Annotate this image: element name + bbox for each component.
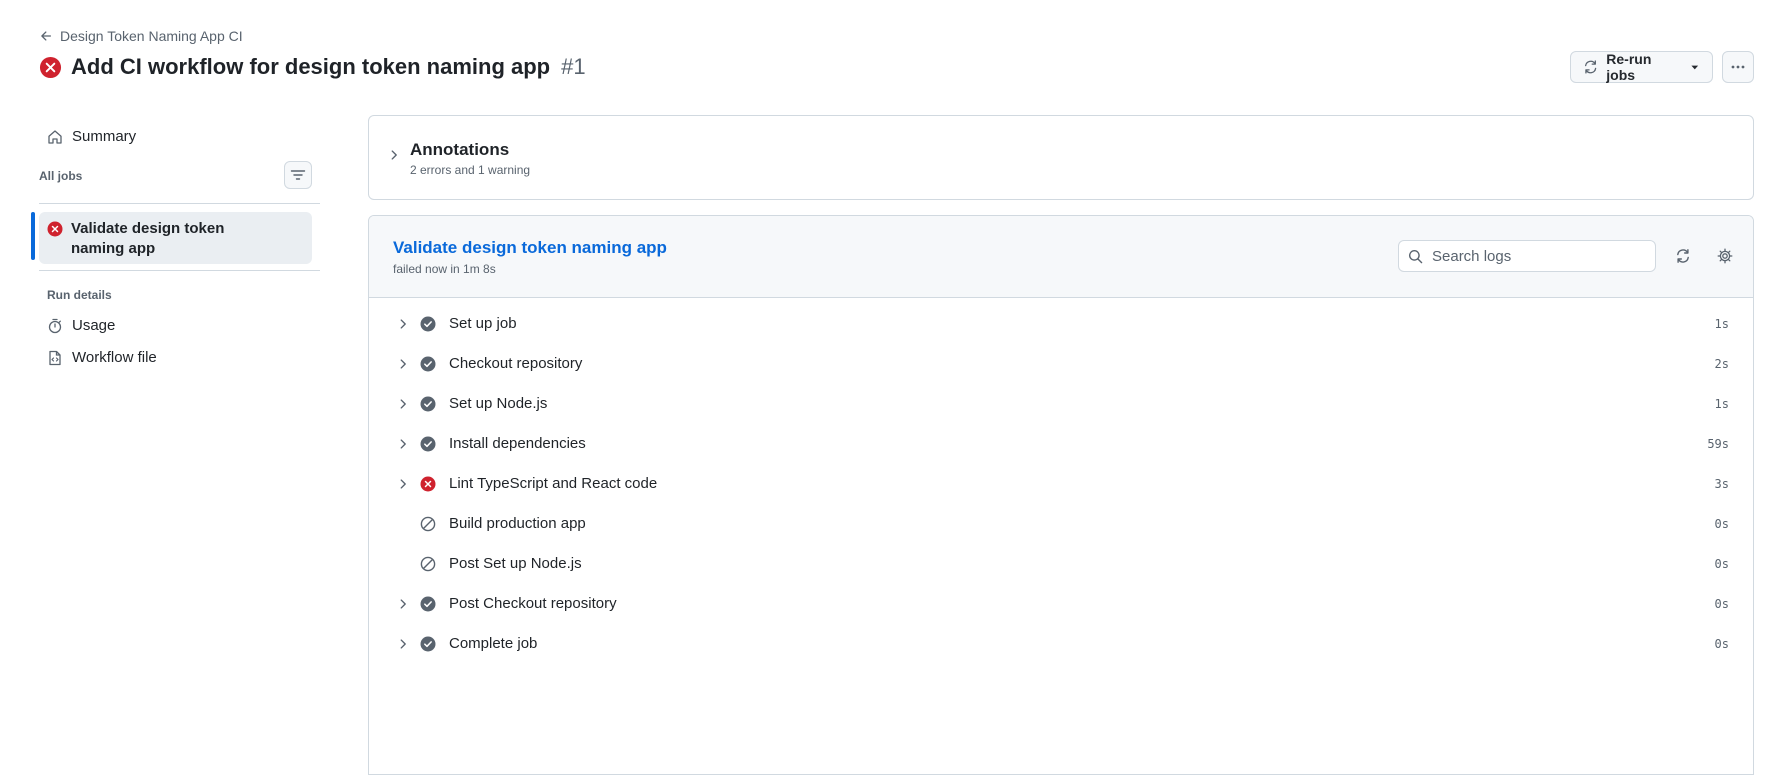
step-row[interactable]: Post Set up Node.js 0s: [369, 544, 1753, 584]
chevron-right-icon: [400, 639, 406, 649]
sidebar-job-item[interactable]: Validate design token naming app: [39, 212, 312, 264]
all-jobs-heading: All jobs: [39, 169, 83, 183]
page-title: Add CI workflow for design token naming …: [71, 54, 551, 79]
page-title-row: Add CI workflow for design token naming …: [39, 54, 586, 80]
step-name: Post Set up Node.js: [449, 555, 582, 572]
step-name: Lint TypeScript and React code: [449, 475, 658, 492]
stopwatch-icon: [48, 318, 62, 333]
annotations-panel[interactable]: Annotations 2 errors and 1 warning: [368, 115, 1754, 200]
refresh-logs-button[interactable]: [1673, 246, 1693, 266]
sidebar-job-label: Validate design token naming app: [71, 220, 225, 257]
step-duration: 59s: [1707, 437, 1729, 451]
gear-icon: [1717, 248, 1733, 264]
more-options-button[interactable]: [1722, 51, 1754, 83]
annotations-title: Annotations: [410, 140, 510, 159]
step-name: Set up Node.js: [449, 395, 548, 412]
check-circle-fill-icon: [420, 436, 436, 452]
back-link[interactable]: Design Token Naming App CI: [39, 28, 243, 44]
chevron-right-icon: [400, 439, 406, 449]
check-circle-fill-icon: [420, 396, 436, 412]
step-name: Post Checkout repository: [449, 595, 617, 612]
back-link-label: Design Token Naming App CI: [60, 28, 243, 44]
home-icon: [48, 129, 62, 144]
run-number: #1: [561, 54, 586, 79]
sync-icon: [1585, 60, 1597, 74]
triangle-down-icon: [1691, 65, 1699, 70]
step-name: Set up job: [449, 315, 517, 332]
step-row[interactable]: Set up Node.js 1s: [369, 384, 1753, 424]
step-duration: 0s: [1714, 517, 1729, 531]
step-name: Checkout repository: [449, 355, 583, 372]
job-steps-list: Set up job 1s Checkout repository 2s Set…: [369, 298, 1753, 664]
sidebar-item-label: Summary: [72, 128, 137, 145]
step-row[interactable]: Install dependencies 59s: [369, 424, 1753, 464]
skip-icon: [420, 516, 436, 532]
chevron-right-icon: [400, 599, 406, 609]
search-logs-input[interactable]: [1432, 247, 1642, 265]
chevron-right-icon: [400, 399, 406, 409]
sidebar-item-label: Usage: [72, 317, 116, 334]
sidebar-divider: [39, 270, 320, 271]
step-name: Complete job: [449, 635, 538, 652]
step-row[interactable]: Post Checkout repository 0s: [369, 584, 1753, 624]
step-row[interactable]: Build production app 0s: [369, 504, 1753, 544]
step-row[interactable]: Lint TypeScript and React code 3s: [369, 464, 1753, 504]
chevron-right-icon: [400, 479, 406, 489]
sidebar-item-label: Workflow file: [72, 349, 157, 366]
job-title-link[interactable]: Validate design token naming app: [393, 238, 667, 258]
step-duration: 1s: [1714, 397, 1729, 411]
sidebar-item-usage[interactable]: Usage: [47, 317, 115, 334]
search-logs-field[interactable]: [1398, 240, 1656, 272]
check-circle-fill-icon: [420, 356, 436, 372]
step-duration: 1s: [1714, 317, 1729, 331]
step-row[interactable]: Set up job 1s: [369, 304, 1753, 344]
check-circle-fill-icon: [420, 636, 436, 652]
selected-indicator: [31, 212, 35, 260]
skip-icon: [420, 556, 436, 572]
step-name: Build production app: [449, 515, 586, 532]
chevron-right-icon: [391, 150, 397, 160]
rerun-jobs-label: Re-run jobs: [1606, 51, 1652, 83]
job-status-text: failed now in 1m 8s: [393, 262, 496, 276]
sidebar-divider: [39, 203, 320, 204]
step-duration: 2s: [1714, 357, 1729, 371]
step-duration: 0s: [1714, 597, 1729, 611]
arrow-left-icon: [41, 31, 52, 41]
step-row[interactable]: Complete job 0s: [369, 624, 1753, 664]
step-name: Install dependencies: [449, 435, 586, 452]
job-log-panel: Validate design token naming app failed …: [368, 215, 1754, 775]
step-duration: 3s: [1714, 477, 1729, 491]
file-code-icon: [49, 350, 61, 365]
x-circle-fill-icon: [47, 221, 63, 237]
chevron-right-icon: [400, 319, 406, 329]
check-circle-fill-icon: [420, 316, 436, 332]
run-details-heading: Run details: [47, 288, 112, 302]
sidebar-item-summary[interactable]: Summary: [47, 128, 136, 145]
log-settings-button[interactable]: [1715, 246, 1735, 266]
filter-jobs-button[interactable]: [284, 161, 312, 189]
search-icon: [1408, 249, 1423, 263]
x-circle-fill-icon: [420, 476, 436, 492]
step-row[interactable]: Checkout repository 2s: [369, 344, 1753, 384]
kebab-horizontal-icon: [1731, 65, 1745, 69]
check-circle-fill-icon: [420, 596, 436, 612]
step-duration: 0s: [1714, 637, 1729, 651]
chevron-right-icon: [400, 359, 406, 369]
annotations-summary: 2 errors and 1 warning: [410, 163, 531, 177]
rerun-jobs-button[interactable]: Re-run jobs: [1570, 51, 1713, 83]
job-header: Validate design token naming app failed …: [369, 216, 1753, 298]
sidebar-item-workflow-file[interactable]: Workflow file: [47, 349, 157, 366]
sync-icon: [1677, 249, 1689, 263]
step-duration: 0s: [1714, 557, 1729, 571]
x-circle-fill-icon: [39, 56, 62, 78]
filter-icon: [290, 170, 306, 180]
